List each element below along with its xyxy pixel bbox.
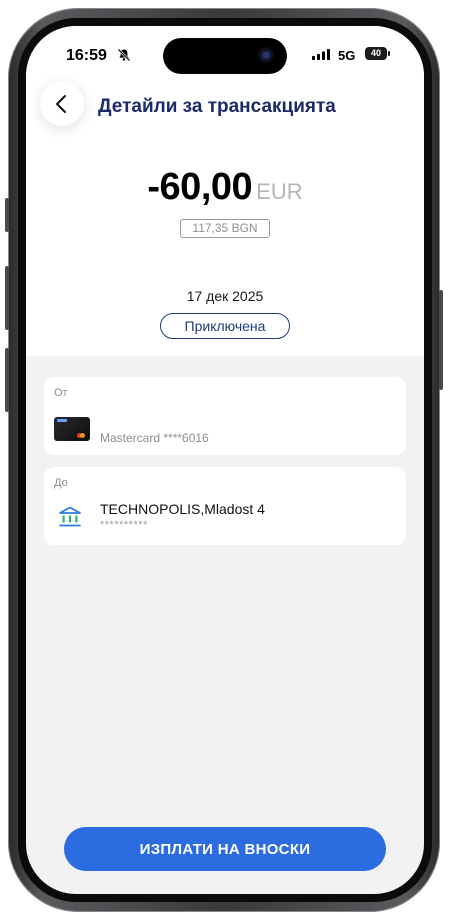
page-title: Детайли за трансакцията bbox=[98, 96, 336, 117]
from-card[interactable]: От Mastercard ****6016 bbox=[44, 377, 406, 455]
bell-muted-icon bbox=[117, 48, 131, 62]
pay-installments-button[interactable]: ИЗПЛАТИ НА ВНОСКИ bbox=[64, 827, 386, 871]
from-label: От bbox=[54, 387, 68, 399]
transaction-amount: -60,00 bbox=[147, 166, 253, 208]
signal-icon bbox=[312, 49, 330, 60]
camera-icon bbox=[258, 47, 274, 63]
transaction-date: 17 дек 2025 bbox=[186, 288, 264, 304]
bank-icon bbox=[59, 506, 81, 527]
status-badge: Приключена bbox=[160, 313, 290, 339]
to-label: До bbox=[54, 477, 68, 489]
amount-row: -60,00 EUR bbox=[26, 166, 424, 209]
chevron-left-icon bbox=[56, 95, 66, 113]
battery-level: 40 bbox=[370, 48, 381, 58]
app-screen: 16:59 5G 40 Детайли за трансакцията -60,… bbox=[26, 26, 424, 894]
from-card-text: Mastercard ****6016 bbox=[100, 431, 209, 445]
status-bar: 16:59 5G 40 bbox=[26, 26, 424, 80]
merchant-name: TECHNOPOLIS,Mladost 4 bbox=[100, 501, 265, 517]
battery-cap bbox=[388, 51, 390, 56]
power-button bbox=[439, 290, 443, 390]
back-button[interactable] bbox=[40, 82, 84, 126]
volume-down-button bbox=[5, 348, 9, 412]
to-card[interactable]: До TECHNOPOLIS,Mladost 4 ********** bbox=[44, 467, 406, 545]
status-time: 16:59 bbox=[66, 47, 107, 64]
secondary-amount: 117,35 BGN bbox=[180, 219, 270, 238]
transaction-currency: EUR bbox=[256, 179, 303, 204]
volume-up-button bbox=[5, 266, 9, 330]
battery-icon: 40 bbox=[365, 47, 387, 60]
network-type: 5G bbox=[338, 48, 356, 63]
mastercard-thumbnail-icon bbox=[54, 417, 90, 441]
merchant-account: ********** bbox=[100, 519, 148, 531]
action-button bbox=[5, 198, 9, 232]
